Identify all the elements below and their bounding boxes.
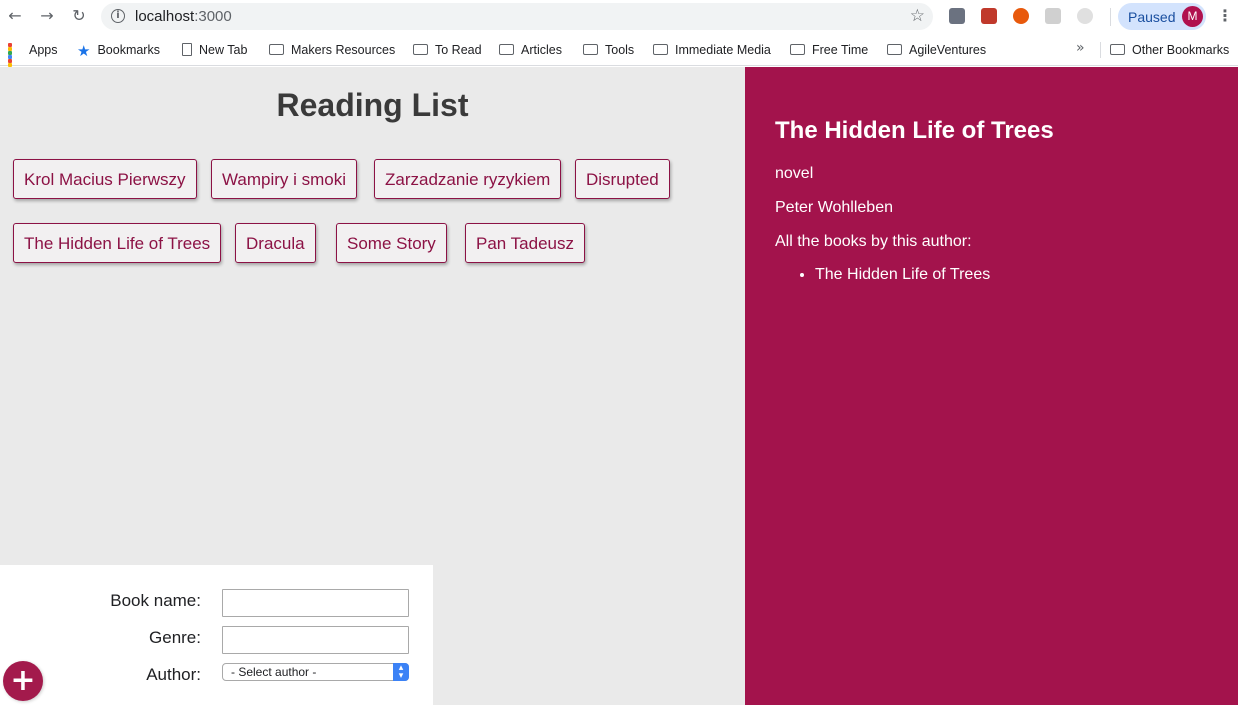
book-button[interactable]: Pan Tadeusz: [465, 223, 585, 263]
author-label: Author:: [146, 665, 201, 684]
bookmark-immediate-media[interactable]: Immediate Media: [653, 41, 771, 59]
detail-author: Peter Wohlleben: [775, 199, 893, 216]
reload-icon[interactable]: ↻: [69, 6, 89, 26]
select-stepper-icon: ▴ ▾: [393, 663, 409, 681]
bookmark-label: Bookmarks: [97, 43, 160, 57]
bookmark-label: Free Time: [812, 43, 869, 57]
folder-icon: [887, 44, 902, 56]
url-port: :3000: [194, 8, 232, 25]
browser-toolbar: ← → ↻ i localhost:3000 ☆ Paused M ⋮: [0, 0, 1238, 34]
bookmarks-overflow-icon[interactable]: »: [1076, 40, 1085, 56]
bookmark-label: Apps: [29, 43, 58, 57]
detail-genre: novel: [775, 165, 814, 182]
book-button[interactable]: Disrupted: [575, 159, 670, 199]
folder-icon: [269, 44, 284, 56]
back-arrow-icon[interactable]: ←: [5, 6, 25, 26]
book-button[interactable]: Wampiry i smoki: [211, 159, 358, 199]
timer-extension-icon[interactable]: [1077, 8, 1093, 24]
folder-icon: [499, 44, 514, 56]
bookmark-new-tab[interactable]: New Tab: [182, 41, 247, 59]
folder-icon: [1110, 44, 1125, 56]
chat-extension-icon[interactable]: [1045, 8, 1061, 24]
bookmarks-bar: Apps ★ Bookmarks New Tab Makers Resources…: [0, 34, 1238, 79]
book-button[interactable]: The Hidden Life of Trees: [13, 223, 222, 263]
bookmark-tools[interactable]: Tools: [583, 41, 634, 59]
bookmark-label: Tools: [605, 43, 635, 57]
author-books-list: The Hidden Life of Trees: [815, 266, 990, 284]
menu-kebab-icon[interactable]: ⋮: [1217, 6, 1233, 26]
bookmark-free-time[interactable]: Free Time: [790, 41, 868, 59]
address-bar[interactable]: i localhost:3000 ☆: [101, 3, 933, 30]
bookmarks-divider: [1100, 42, 1101, 58]
extension-icon[interactable]: [981, 8, 997, 24]
bookmark-bookmarks[interactable]: ★ Bookmarks: [77, 41, 160, 60]
site-info-icon[interactable]: i: [111, 9, 125, 23]
code-extension-icon[interactable]: [949, 8, 965, 24]
folder-icon: [790, 44, 805, 56]
page-icon: [182, 43, 192, 57]
apps-grid-icon: [8, 42, 22, 79]
bookmark-label: To Read: [435, 43, 482, 57]
bookmark-label: Makers Resources: [291, 43, 396, 57]
book-button[interactable]: Some Story: [336, 223, 447, 263]
bookmark-label: Other Bookmarks: [1132, 43, 1230, 57]
book-name-input[interactable]: [222, 589, 409, 617]
book-button[interactable]: Dracula: [235, 223, 316, 263]
folder-icon: [653, 44, 668, 56]
bookmark-articles[interactable]: Articles: [499, 41, 562, 59]
add-book-button[interactable]: +: [3, 661, 43, 701]
author-select[interactable]: - Select author - ▴ ▾: [222, 663, 409, 681]
bookmark-label: AgileVentures: [909, 43, 987, 57]
bookmark-agileventures[interactable]: AgileVentures: [887, 41, 986, 59]
bookmark-star-icon[interactable]: ☆: [910, 6, 925, 26]
list-item: The Hidden Life of Trees: [815, 266, 990, 284]
toolbar-divider: [1110, 8, 1111, 26]
folder-icon: [583, 44, 598, 56]
star-icon: ★: [77, 41, 91, 60]
flame-extension-icon[interactable]: [1013, 8, 1029, 24]
author-select-value: - Select author -: [231, 665, 317, 679]
add-book-form: Book name: Genre: Author: - Select autho…: [0, 565, 433, 705]
book-detail-pane: The Hidden Life of Trees novel Peter Woh…: [745, 67, 1238, 705]
genre-input[interactable]: [222, 626, 409, 654]
avatar: M: [1182, 6, 1203, 27]
bookmark-apps[interactable]: Apps: [8, 41, 58, 79]
page-title: Reading List: [276, 87, 469, 123]
genre-label: Genre:: [149, 628, 201, 647]
bookmark-label: Articles: [521, 43, 562, 57]
book-name-label: Book name:: [110, 591, 201, 610]
bookmark-other-bookmarks[interactable]: Other Bookmarks: [1110, 41, 1229, 59]
detail-title: The Hidden Life of Trees: [775, 117, 1054, 144]
book-button[interactable]: Zarzadzanie ryzykiem: [374, 159, 562, 199]
bookmark-label: Immediate Media: [675, 43, 771, 57]
bookmark-label: New Tab: [199, 43, 248, 57]
url-host: localhost: [135, 8, 195, 25]
profile-status: Paused: [1128, 9, 1176, 25]
forward-arrow-icon[interactable]: →: [37, 6, 57, 26]
profile-button[interactable]: Paused M: [1118, 3, 1206, 30]
url-text[interactable]: localhost:3000: [135, 8, 232, 25]
detail-books-by-author-label: All the books by this author:: [775, 233, 972, 250]
bookmark-makers-resources[interactable]: Makers Resources: [269, 41, 395, 59]
bookmark-to-read[interactable]: To Read: [413, 41, 482, 59]
book-button[interactable]: Krol Macius Pierwszy: [13, 159, 197, 199]
folder-icon: [413, 44, 428, 56]
